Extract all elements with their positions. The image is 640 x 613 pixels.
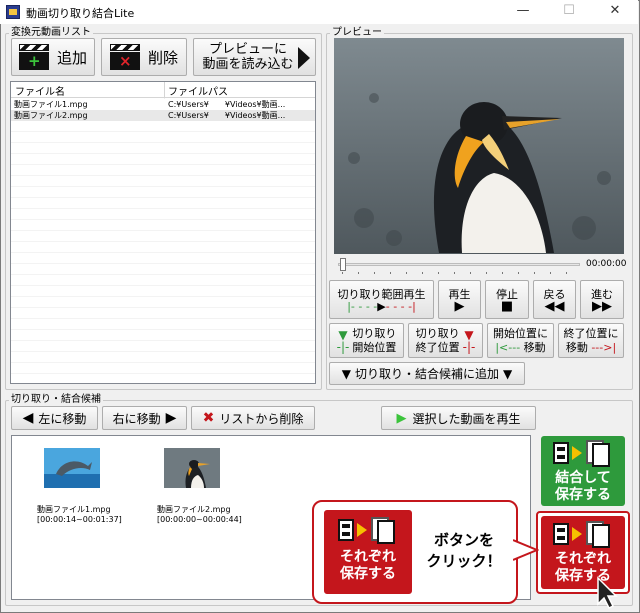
join-and-save-button[interactable]: 結合して 保存する xyxy=(541,436,625,506)
video-preview xyxy=(334,38,624,254)
dolphin-thumbnail xyxy=(44,448,100,488)
cut-end-button[interactable]: 切り取り 終了位置 ▼ -|- xyxy=(408,323,483,358)
rewind-icon: ◀◀ xyxy=(544,298,565,314)
film-to-files-icon xyxy=(553,521,613,548)
play-selected-button[interactable]: ▶ 選択した動画を再生 xyxy=(381,406,536,430)
time-display: 00:00:00 xyxy=(586,259,627,269)
candidate-item[interactable]: 動画ファイル1.mpg [00:00:14~00:01:37] xyxy=(37,448,122,525)
add-candidate-button[interactable]: ▼ 切り取り・結合候補に追加 ▼ xyxy=(329,362,525,385)
play-icon: ▶ xyxy=(454,298,465,314)
stop-icon: ■ xyxy=(500,298,514,314)
film-to-files-icon xyxy=(338,517,398,544)
title-bar: 動画切り取り結合Lite — ☐ ✕ xyxy=(0,0,638,24)
goto-start-icon: |<--- xyxy=(495,340,524,354)
move-left-button[interactable]: ◀ 左に移動 xyxy=(11,406,98,430)
stop-button[interactable]: 停止 ■ xyxy=(485,280,529,319)
clapper-delete-icon: × xyxy=(109,44,140,70)
callout-save-each-tile: それぞれ 保存する xyxy=(324,510,412,594)
callout-text: ボタンを クリック！ xyxy=(426,531,502,570)
down-arrow-icon: ▼ xyxy=(341,366,351,381)
goto-start-button[interactable]: 開始位置に |<--- 移動 xyxy=(487,323,554,358)
fast-forward-icon: ▶▶ xyxy=(592,298,612,314)
minimize-button[interactable]: — xyxy=(500,0,546,24)
range-play-icon: |- - - -▶- - - -| xyxy=(347,299,416,313)
callout-pointer xyxy=(513,539,539,561)
arrow-left-icon: ◀ xyxy=(22,410,34,426)
add-button[interactable]: + 追加 xyxy=(11,38,95,76)
range-play-button[interactable]: 切り取り範囲再生 |- - - -▶- - - -| xyxy=(329,280,434,319)
seek-slider-thumb[interactable] xyxy=(340,258,346,271)
down-arrow-icon: ▼ xyxy=(503,366,513,381)
cut-start-button[interactable]: ▼ -|- 切り取り 開始位置 xyxy=(329,323,404,358)
column-filename[interactable]: ファイル名 xyxy=(15,83,65,98)
load-preview-button[interactable]: プレビューに 動画を読み込む xyxy=(193,38,316,76)
candidate-item[interactable]: 動画ファイル2.mpg [00:00:00~00:00:44] xyxy=(157,448,242,525)
delete-button-label: 削除 xyxy=(147,48,178,67)
clapper-add-icon: + xyxy=(18,44,49,70)
delete-button[interactable]: × 削除 xyxy=(101,38,187,76)
close-button[interactable]: ✕ xyxy=(592,0,638,24)
play-arrow-icon xyxy=(298,47,310,69)
mouse-cursor-icon xyxy=(597,576,618,610)
cut-start-icon: ▼ -|- xyxy=(336,327,350,354)
list-item[interactable]: 動画ファイル2.mpg C:¥Users¥ ¥Videos¥動画... xyxy=(11,110,315,121)
column-filepath[interactable]: ファイルパス xyxy=(168,83,228,98)
maximize-button[interactable]: ☐ xyxy=(546,0,592,24)
source-file-list[interactable]: ファイル名 ファイルパス 動画ファイル1.mpg C:¥Users¥ ¥Vide… xyxy=(10,81,316,384)
penguin-thumbnail xyxy=(164,448,220,488)
goto-end-icon: --->| xyxy=(587,340,617,354)
remove-from-list-button[interactable]: ✖ リストから削除 xyxy=(191,406,315,430)
app-icon xyxy=(6,5,20,19)
window-title: 動画切り取り結合Lite xyxy=(26,7,135,20)
list-header: ファイル名 ファイルパス xyxy=(11,82,315,98)
play-green-icon: ▶ xyxy=(396,410,407,426)
load-preview-label-1: プレビューに xyxy=(208,42,287,57)
seek-slider[interactable] xyxy=(336,258,582,274)
back-button[interactable]: 戻る ◀◀ xyxy=(533,280,576,319)
arrow-right-icon: ▶ xyxy=(165,410,177,426)
cut-end-icon: ▼ -|- xyxy=(462,327,476,354)
play-button[interactable]: 再生 ▶ xyxy=(438,280,481,319)
penguin-image xyxy=(334,38,624,254)
load-preview-label-2: 動画を読み込む xyxy=(202,57,294,72)
remove-x-icon: ✖ xyxy=(202,410,215,426)
goto-end-button[interactable]: 終了位置に 移動 --->| xyxy=(558,323,624,358)
candidates-label: 切り取り・結合候補 xyxy=(9,394,103,406)
film-to-file-icon xyxy=(553,440,613,467)
list-item[interactable]: 動画ファイル1.mpg C:¥Users¥ ¥Videos¥動画... xyxy=(11,99,315,110)
move-right-button[interactable]: 右に移動 ▶ xyxy=(102,406,187,430)
add-button-label: 追加 xyxy=(56,48,87,67)
forward-button[interactable]: 進む ▶▶ xyxy=(580,280,624,319)
